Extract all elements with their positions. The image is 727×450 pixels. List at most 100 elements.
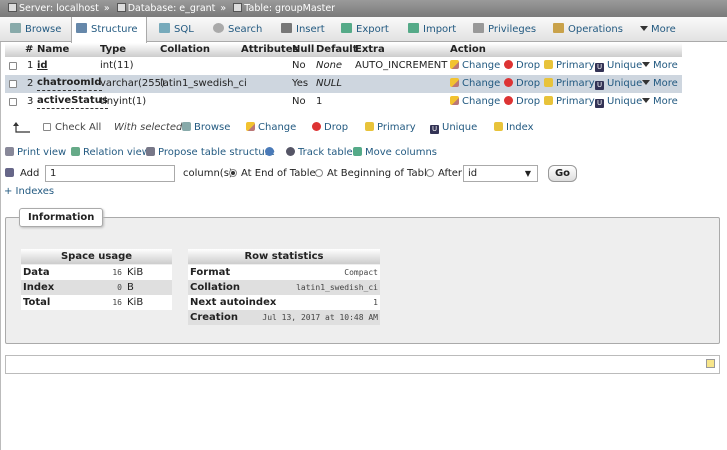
go-button[interactable]: Go: [548, 165, 577, 182]
bulk-primary-button[interactable]: Primary: [365, 122, 416, 133]
col-name[interactable]: Name: [37, 43, 69, 57]
check-all-label[interactable]: Check All: [55, 122, 101, 133]
breadcrumb-database[interactable]: Database: e_grant: [128, 3, 216, 14]
radio[interactable]: [426, 169, 434, 177]
change-link[interactable]: Change: [450, 93, 500, 111]
primary-link[interactable]: Primary: [544, 57, 595, 75]
breadcrumb-separator: »: [220, 3, 227, 14]
check-all-checkbox[interactable]: [43, 123, 51, 131]
propose-structure-link[interactable]: Propose table structure: [146, 147, 275, 158]
tab-browse[interactable]: Browse: [6, 17, 61, 42]
table-row[interactable]: 2 chatroomId varchar(255) latin1_swedish…: [5, 75, 682, 93]
bulk-unique-button[interactable]: U Unique: [430, 122, 477, 134]
unique-link[interactable]: U Unique: [595, 75, 642, 93]
row-statistics-title: Row statistics: [188, 249, 380, 264]
unique-link[interactable]: U Unique: [595, 93, 642, 111]
action-label: Primary: [556, 96, 595, 107]
stat-unit: KiB: [127, 267, 144, 278]
print-view-link[interactable]: Print view: [5, 147, 66, 158]
key-icon: [544, 60, 553, 69]
tab-export[interactable]: Export: [337, 17, 389, 42]
drop-link[interactable]: Drop: [504, 57, 540, 75]
after-column-select[interactable]: id ▼: [463, 165, 538, 182]
column-name: id: [37, 60, 48, 71]
more-dropdown[interactable]: More: [642, 75, 678, 93]
add-label: Add: [20, 168, 40, 179]
key-icon: [544, 96, 553, 105]
breadcrumb-separator: »: [103, 3, 110, 14]
left-border: [0, 17, 1, 450]
row-checkbox[interactable]: [9, 98, 17, 106]
drop-link[interactable]: Drop: [504, 93, 540, 111]
drop-icon: [504, 78, 513, 87]
column-default: None: [316, 60, 343, 71]
bulk-index-button[interactable]: Index: [494, 122, 534, 133]
chevron-down-icon: [642, 80, 650, 85]
move-columns-link[interactable]: Move columns: [353, 147, 437, 158]
with-selected-bar: Check All With selected: Browse Change D…: [10, 122, 650, 136]
track-table-link[interactable]: Track table: [286, 147, 353, 158]
indexes-toggle[interactable]: + Indexes: [4, 186, 54, 197]
drop-icon: [312, 122, 321, 131]
at-beginning-option[interactable]: At Beginning of Table: [315, 168, 433, 179]
button-label: Unique: [442, 122, 478, 133]
table-row: Creation Jul 13, 2017 at 10:48 AM: [188, 310, 380, 325]
tab-insert[interactable]: Insert: [277, 17, 325, 42]
breadcrumb-table[interactable]: Table: groupMaster: [244, 3, 335, 14]
more-dropdown[interactable]: More: [642, 93, 678, 111]
tab-search[interactable]: Search: [209, 17, 262, 42]
relation-view-link[interactable]: Relation view: [71, 147, 150, 158]
after-option[interactable]: After: [426, 168, 462, 179]
column-null: No: [292, 60, 306, 71]
tab-label: Privileges: [488, 24, 537, 35]
unique-link[interactable]: U Unique: [595, 57, 642, 75]
stat-value: 0: [117, 283, 122, 292]
button-label: Browse: [194, 122, 231, 133]
console-icon[interactable]: [706, 359, 715, 368]
bulk-drop-button[interactable]: Drop: [312, 122, 348, 133]
tab-operations[interactable]: Operations: [549, 17, 623, 42]
table-row[interactable]: 1 id int(11) No None AUTO_INCREMENT Chan…: [5, 57, 682, 75]
radio-selected[interactable]: [229, 169, 237, 177]
at-end-option[interactable]: At End of Table: [229, 168, 316, 179]
key-icon: [365, 122, 374, 131]
table-row[interactable]: 3 activeStatus tinyint(1) No 1 Change Dr…: [5, 93, 682, 111]
operations-icon: [553, 23, 564, 33]
tab-privileges[interactable]: Privileges: [469, 17, 536, 42]
breadcrumb-server[interactable]: Server: localhost: [19, 3, 99, 14]
tab-label: SQL: [174, 24, 194, 35]
stat-label: Next autoindex: [190, 297, 277, 308]
change-link[interactable]: Change: [450, 57, 500, 75]
more-dropdown[interactable]: More: [642, 57, 678, 75]
sql-icon: [159, 23, 170, 33]
key-icon: [544, 78, 553, 87]
link-label: Move columns: [365, 147, 438, 158]
column-null: Yes: [292, 78, 309, 89]
column-default: 1: [316, 96, 323, 107]
row-checkbox[interactable]: [9, 80, 17, 88]
chevron-down-icon: [640, 26, 648, 31]
stat-label: Collation: [190, 282, 241, 293]
row-num: 1: [27, 60, 34, 71]
column-count-input[interactable]: 1: [45, 165, 175, 182]
bulk-browse-button[interactable]: Browse: [182, 122, 230, 133]
drop-link[interactable]: Drop: [504, 75, 540, 93]
help-icon[interactable]: [265, 147, 277, 158]
change-link[interactable]: Change: [450, 75, 500, 93]
col-extra: Extra: [355, 44, 385, 55]
tab-more[interactable]: More: [636, 17, 676, 42]
bulk-change-button[interactable]: Change: [246, 122, 296, 133]
primary-link[interactable]: Primary: [544, 93, 595, 111]
row-checkbox[interactable]: [9, 62, 17, 70]
link-label: Propose table structure: [158, 147, 275, 158]
column-type: varchar(255): [100, 78, 165, 89]
columns-label: column(s): [183, 168, 233, 179]
tab-sql[interactable]: SQL: [155, 17, 194, 42]
drop-icon: [504, 96, 513, 105]
tab-structure[interactable]: Structure: [71, 17, 147, 43]
tab-import[interactable]: Import: [404, 17, 456, 42]
primary-link[interactable]: Primary: [544, 75, 595, 93]
printer-icon: [5, 147, 14, 156]
radio[interactable]: [315, 169, 323, 177]
action-label: Drop: [516, 96, 541, 107]
